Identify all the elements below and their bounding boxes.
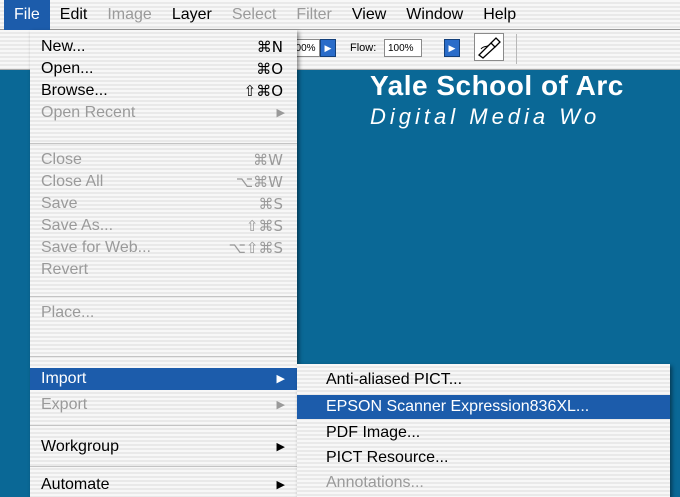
submenu-arrow-icon: ▶ xyxy=(276,479,285,491)
canvas-title-text: Yale School of Arc xyxy=(370,70,624,101)
menu-item-close[interactable]: Close ⌘W xyxy=(30,149,297,171)
menu-item-revert[interactable]: Revert xyxy=(30,259,297,281)
submenu-arrow-icon: ▶ xyxy=(276,107,285,119)
menu-separator xyxy=(30,296,297,297)
menu-item-label: Save for Web... xyxy=(41,239,151,256)
menu-separator xyxy=(30,356,297,357)
submenu-arrow-icon: ▶ xyxy=(276,441,285,453)
menu-item-label: Save xyxy=(41,195,78,212)
import-item-annotations[interactable]: Annotations... xyxy=(297,471,670,495)
import-item-pdf-image[interactable]: PDF Image... xyxy=(297,421,670,445)
airbrush-button[interactable] xyxy=(474,33,504,61)
menu-item-open-recent[interactable]: Open Recent ▶ xyxy=(30,102,297,124)
flow-arrow-icon[interactable]: ▶ xyxy=(444,39,460,57)
menu-item-export[interactable]: Export ▶ xyxy=(30,394,297,416)
shortcut-label: ⌘O xyxy=(256,60,283,78)
menu-item-workgroup[interactable]: Workgroup ▶ xyxy=(30,436,297,458)
menu-item-label: PDF Image... xyxy=(326,424,421,441)
menu-item-place[interactable]: Place... xyxy=(30,302,297,324)
menu-item-new[interactable]: New... ⌘N xyxy=(30,36,297,58)
import-item-epson-scanner[interactable]: EPSON Scanner Expression836XL... xyxy=(297,395,670,419)
shortcut-label: ⌘N xyxy=(256,38,283,56)
menu-item-label: Anti-aliased PICT... xyxy=(326,371,463,388)
shortcut-label: ⌘S xyxy=(258,195,283,213)
file-menu: New... ⌘N Open... ⌘O Browse... ⇧⌘O Open … xyxy=(30,30,297,497)
menu-item-label: Browse... xyxy=(41,82,108,99)
menu-item-save-for-web[interactable]: Save for Web... ⌥⇧⌘S xyxy=(30,237,297,259)
menu-item-label: Annotations... xyxy=(326,474,424,491)
submenu-arrow-icon: ▶ xyxy=(276,373,285,385)
menu-item-save[interactable]: Save ⌘S xyxy=(30,193,297,215)
menu-item-label: Place... xyxy=(41,304,95,321)
menu-separator xyxy=(30,143,297,144)
shortcut-label: ⌘W xyxy=(253,151,283,169)
menu-select[interactable]: Select xyxy=(222,0,286,30)
menu-item-close-all[interactable]: Close All ⌥⌘W xyxy=(30,171,297,193)
menu-image[interactable]: Image xyxy=(97,0,161,30)
menu-window[interactable]: Window xyxy=(396,0,473,30)
menu-separator xyxy=(30,466,297,467)
flow-label: Flow: xyxy=(350,42,377,54)
menu-item-label: Open... xyxy=(41,60,94,77)
menu-item-label: Close xyxy=(41,151,82,168)
menu-view[interactable]: View xyxy=(342,0,396,30)
canvas-subtitle-text: Digital Media Wo xyxy=(370,104,601,129)
shortcut-label: ⌥⌘W xyxy=(235,173,283,191)
menu-item-label: New... xyxy=(41,38,86,55)
menu-item-label: EPSON Scanner Expression836XL... xyxy=(326,398,590,415)
menu-item-label: PICT Resource... xyxy=(326,449,449,466)
menu-item-save-as[interactable]: Save As... ⇧⌘S xyxy=(30,215,297,237)
menu-item-label: Workgroup xyxy=(41,438,119,455)
shortcut-label: ⌥⇧⌘S xyxy=(228,239,283,257)
menu-item-label: Open Recent xyxy=(41,104,136,121)
menu-item-automate[interactable]: Automate ▶ xyxy=(30,474,297,496)
shortcut-label: ⇧⌘S xyxy=(245,217,283,235)
submenu-arrow-icon: ▶ xyxy=(276,399,285,411)
menu-item-label: Automate xyxy=(41,476,110,493)
menu-item-open[interactable]: Open... ⌘O xyxy=(30,58,297,80)
menu-layer[interactable]: Layer xyxy=(162,0,222,30)
menu-separator xyxy=(30,425,297,426)
menu-item-label: Revert xyxy=(41,261,89,278)
menu-file[interactable]: File xyxy=(4,0,50,30)
import-item-anti-aliased-pict[interactable]: Anti-aliased PICT... xyxy=(297,368,670,392)
import-item-pict-resource[interactable]: PICT Resource... xyxy=(297,446,670,470)
menu-item-browse[interactable]: Browse... ⇧⌘O xyxy=(30,80,297,102)
menu-item-label: Import xyxy=(41,370,87,387)
toolbar-divider xyxy=(516,34,517,64)
menu-item-import[interactable]: Import ▶ xyxy=(30,368,297,390)
menu-help[interactable]: Help xyxy=(473,0,526,30)
menu-edit[interactable]: Edit xyxy=(50,0,98,30)
shortcut-label: ⇧⌘O xyxy=(243,82,283,100)
import-submenu: Anti-aliased PICT... EPSON Scanner Expre… xyxy=(297,364,670,497)
menu-item-label: Export xyxy=(41,396,88,413)
menu-item-label: Close All xyxy=(41,173,104,190)
airbrush-icon xyxy=(478,37,501,59)
opacity-arrow-icon[interactable]: ▶ xyxy=(320,39,336,57)
menu-filter[interactable]: Filter xyxy=(286,0,342,30)
menu-bar: File Edit Image Layer Select Filter View… xyxy=(0,0,680,30)
menu-item-label: Save As... xyxy=(41,217,114,234)
flow-field[interactable]: 100% xyxy=(384,39,422,57)
